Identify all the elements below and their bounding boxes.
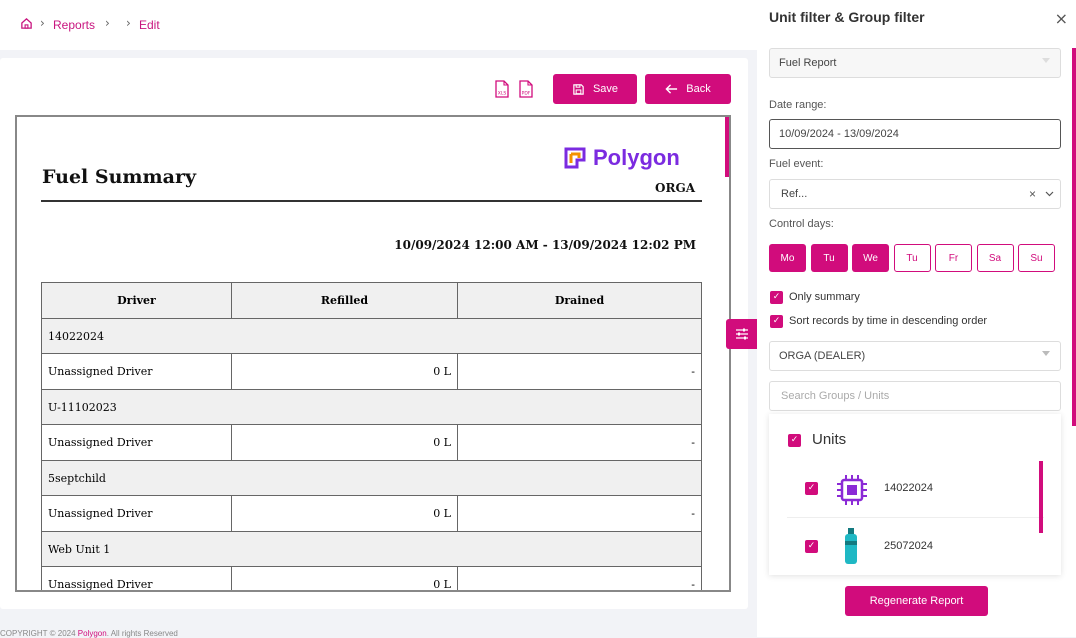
back-label: Back — [686, 83, 711, 95]
refilled-cell: 0 L — [231, 566, 458, 590]
date-range-label: Date range: — [769, 99, 827, 111]
report-date-range: 10/09/2024 12:00 AM - 13/09/2024 12:02 P… — [394, 238, 696, 252]
group-row: 5septchild — [41, 460, 702, 496]
day-toggle-tu[interactable]: Tu — [893, 244, 931, 272]
sliders-icon — [735, 328, 748, 340]
bottle-icon — [845, 528, 857, 564]
day-toggle-tu[interactable]: Tu — [810, 244, 848, 272]
save-icon — [573, 83, 584, 95]
report-title: Fuel Summary — [42, 166, 196, 188]
svg-text:XLS: XLS — [498, 91, 507, 97]
unit-row[interactable]: ✓ 25072024 — [787, 519, 1044, 575]
chevron-right-icon: › — [105, 16, 110, 30]
polygon-logo-icon — [564, 147, 586, 169]
sort-desc-label: Sort records by time in descending order — [789, 315, 988, 327]
breadcrumb-edit[interactable]: Edit — [139, 18, 160, 32]
breadcrumb-reports[interactable]: Reports — [53, 18, 95, 32]
date-range-input[interactable]: 10/09/2024 - 13/09/2024 — [769, 119, 1061, 149]
regenerate-report-button[interactable]: Regenerate Report — [845, 586, 988, 616]
dealer-select[interactable]: ORGA (DEALER) — [769, 341, 1061, 371]
only-summary-label: Only summary — [789, 291, 860, 303]
report-type-select[interactable]: Fuel Report — [769, 48, 1061, 78]
driver-cell: Unassigned Driver — [41, 353, 232, 390]
filter-toggle-button[interactable] — [726, 319, 757, 349]
chevron-right-icon: › — [126, 16, 131, 30]
title-divider — [41, 200, 702, 202]
report-table: Driver Refilled Drained 14022024 Unassig… — [41, 282, 702, 590]
pdf-file-icon[interactable]: PDF — [518, 80, 534, 98]
col-refilled: Refilled — [231, 282, 458, 319]
clear-icon[interactable]: × — [1029, 187, 1036, 201]
panel-scrollbar[interactable] — [1072, 48, 1076, 426]
unit-name: 14022024 — [884, 482, 933, 494]
chevron-right-icon: › — [40, 16, 45, 30]
day-toggle-fr[interactable]: Fr — [935, 244, 972, 272]
sort-desc-checkbox[interactable]: ✓ — [770, 315, 783, 328]
group-row: 14022024 — [41, 318, 702, 354]
refilled-cell: 0 L — [231, 353, 458, 390]
col-driver: Driver — [41, 282, 232, 319]
unit-name: 25072024 — [884, 540, 933, 552]
search-groups-input[interactable]: Search Groups / Units — [769, 381, 1061, 411]
report-preview[interactable]: Fuel Summary Polygon ORGA 10/09/2024 12:… — [15, 115, 731, 592]
preview-scrollbar[interactable] — [725, 117, 729, 177]
back-button[interactable]: Back — [645, 74, 731, 104]
home-icon[interactable] — [20, 17, 33, 30]
breadcrumb-bar: › Reports › › Edit — [0, 0, 757, 50]
day-toggle-we[interactable]: We — [852, 244, 889, 272]
unit-checkbox[interactable]: ✓ — [805, 540, 818, 553]
fuel-event-label: Fuel event: — [769, 158, 824, 170]
filter-panel: Unit filter & Group filter × Fuel Report… — [757, 0, 1076, 637]
driver-cell: Unassigned Driver — [41, 495, 232, 532]
drained-cell: - — [457, 424, 702, 461]
svg-text:PDF: PDF — [522, 91, 531, 97]
panel-title: Unit filter & Group filter — [769, 9, 925, 25]
day-toggle-sa[interactable]: Sa — [976, 244, 1014, 272]
refilled-cell: 0 L — [231, 424, 458, 461]
save-button[interactable]: Save — [553, 74, 637, 104]
org-name: ORGA — [655, 181, 695, 195]
polygon-logo: Polygon — [563, 145, 680, 171]
drained-cell: - — [457, 566, 702, 590]
units-label: Units — [812, 431, 847, 448]
day-toggle-su[interactable]: Su — [1018, 244, 1055, 272]
units-list: ✓ Units ✓ 14022024 ✓ 25072024 — [769, 414, 1061, 575]
close-icon[interactable]: × — [1055, 11, 1068, 27]
fuel-event-select[interactable]: Ref... × — [769, 179, 1061, 209]
control-days-label: Control days: — [769, 218, 834, 230]
chevron-down-icon — [1042, 351, 1050, 356]
unit-checkbox[interactable]: ✓ — [805, 482, 818, 495]
drained-cell: - — [457, 353, 702, 390]
units-all-checkbox[interactable]: ✓ — [788, 434, 801, 447]
units-scrollbar[interactable] — [1039, 461, 1043, 533]
group-row: U-11102023 — [41, 389, 702, 425]
day-toggle-mo[interactable]: Mo — [769, 244, 806, 272]
save-label: Save — [592, 83, 619, 95]
arrow-left-icon — [665, 84, 678, 94]
col-drained: Drained — [457, 282, 702, 319]
unit-row[interactable]: ✓ 14022024 — [787, 461, 1044, 518]
polygon-brand: Polygon — [593, 145, 680, 170]
chevron-down-icon — [1042, 58, 1050, 63]
only-summary-checkbox[interactable]: ✓ — [770, 291, 783, 304]
driver-cell: Unassigned Driver — [41, 424, 232, 461]
chip-icon — [837, 475, 867, 505]
group-row: Web Unit 1 — [41, 531, 702, 567]
xls-file-icon[interactable]: XLS — [494, 80, 510, 98]
refilled-cell: 0 L — [231, 495, 458, 532]
chevron-down-icon[interactable] — [1045, 191, 1054, 197]
driver-cell: Unassigned Driver — [41, 566, 232, 590]
drained-cell: - — [457, 495, 702, 532]
